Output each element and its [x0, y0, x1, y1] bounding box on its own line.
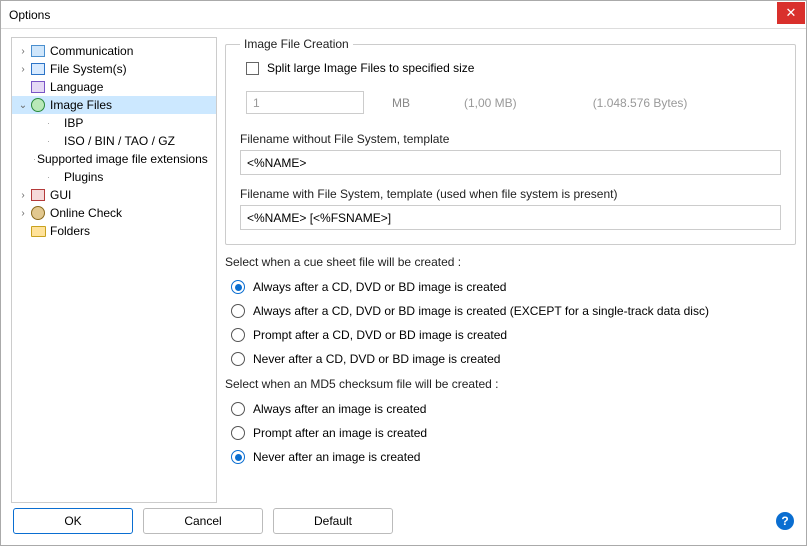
- tree-item-label: Language: [50, 80, 109, 94]
- main-area: › Communication › File System(s) Language ⌄ Im…: [1, 29, 806, 503]
- chevron-right-icon[interactable]: ›: [16, 188, 30, 202]
- md5-option[interactable]: Never after an image is created: [231, 445, 796, 469]
- split-size-input[interactable]: [246, 91, 364, 114]
- tree-item-label: Plugins: [64, 170, 109, 184]
- expander-placeholder: [16, 80, 30, 94]
- titlebar: Options ✕: [1, 1, 806, 29]
- lang-icon: [30, 79, 46, 95]
- tree-item[interactable]: ⌄ Image Files: [12, 96, 216, 114]
- radio-icon: [231, 450, 245, 464]
- tree-item[interactable]: Language: [12, 78, 216, 96]
- radio-icon: [231, 426, 245, 440]
- default-button[interactable]: Default: [273, 508, 393, 534]
- tree-item[interactable]: › GUI: [12, 186, 216, 204]
- cue-option-label: Prompt after a CD, DVD or BD image is cr…: [253, 328, 507, 342]
- content-panel: Image File Creation Split large Image Fi…: [225, 37, 796, 503]
- img-icon: [30, 97, 46, 113]
- expander-placeholder: [16, 224, 30, 238]
- split-hint-bytes: (1.048.576 Bytes): [593, 96, 688, 110]
- tree-item[interactable]: Supported image file extensions: [12, 150, 216, 168]
- template2-label: Filename with File System, template (use…: [240, 187, 781, 201]
- split-hint-mb: (1,00 MB): [464, 96, 517, 110]
- folder-icon: [30, 223, 46, 239]
- expander-placeholder: [34, 134, 48, 148]
- tree-item[interactable]: › Communication: [12, 42, 216, 60]
- chevron-down-icon[interactable]: ⌄: [16, 98, 30, 112]
- help-icon[interactable]: ?: [776, 512, 794, 530]
- radio-icon: [231, 328, 245, 342]
- tree-connector: [48, 177, 62, 178]
- md5-option-label: Prompt after an image is created: [253, 426, 427, 440]
- radio-icon: [231, 280, 245, 294]
- chevron-right-icon[interactable]: ›: [16, 44, 30, 58]
- tree-item-label: Online Check: [50, 206, 128, 220]
- expander-placeholder: [34, 170, 48, 184]
- md5-option-label: Always after an image is created: [253, 402, 426, 416]
- tree-item[interactable]: Plugins: [12, 168, 216, 186]
- md5-heading: Select when an MD5 checksum file will be…: [225, 377, 796, 391]
- tree-item-label: Communication: [50, 44, 139, 58]
- close-icon: ✕: [786, 5, 797, 21]
- fs-icon: [30, 61, 46, 77]
- image-file-creation-group: Image File Creation Split large Image Fi…: [225, 37, 796, 245]
- radio-icon: [231, 402, 245, 416]
- group-legend: Image File Creation: [240, 37, 353, 51]
- close-button[interactable]: ✕: [777, 2, 805, 24]
- chevron-right-icon[interactable]: ›: [16, 62, 30, 76]
- template2-input[interactable]: [240, 205, 781, 230]
- window-title: Options: [9, 8, 777, 22]
- radio-icon: [231, 352, 245, 366]
- tree-item-label: ISO / BIN / TAO / GZ: [64, 134, 181, 148]
- comm-icon: [30, 43, 46, 59]
- md5-option[interactable]: Prompt after an image is created: [231, 421, 796, 445]
- tree-item[interactable]: IBP: [12, 114, 216, 132]
- tree-item[interactable]: ISO / BIN / TAO / GZ: [12, 132, 216, 150]
- cue-option[interactable]: Never after a CD, DVD or BD image is cre…: [231, 347, 796, 371]
- tree-item-label: Image Files: [50, 98, 118, 112]
- tree-item[interactable]: › Online Check: [12, 204, 216, 222]
- expander-placeholder: [34, 116, 48, 130]
- cue-option[interactable]: Prompt after a CD, DVD or BD image is cr…: [231, 323, 796, 347]
- md5-option-label: Never after an image is created: [253, 450, 420, 464]
- tree-item-label: File System(s): [50, 62, 133, 76]
- template1-label: Filename without File System, template: [240, 132, 781, 146]
- gui-icon: [30, 187, 46, 203]
- cue-option-label: Always after a CD, DVD or BD image is cr…: [253, 280, 506, 294]
- cue-option[interactable]: Always after a CD, DVD or BD image is cr…: [231, 275, 796, 299]
- tree-item-label: Folders: [50, 224, 96, 238]
- tree-item-label: GUI: [50, 188, 77, 202]
- ok-button[interactable]: OK: [13, 508, 133, 534]
- online-icon: [30, 205, 46, 221]
- tree-connector: [34, 159, 35, 160]
- md5-option[interactable]: Always after an image is created: [231, 397, 796, 421]
- cue-heading: Select when a cue sheet file will be cre…: [225, 255, 796, 269]
- cancel-button[interactable]: Cancel: [143, 508, 263, 534]
- split-unit: MB: [392, 96, 410, 110]
- radio-icon: [231, 304, 245, 318]
- cue-option[interactable]: Always after a CD, DVD or BD image is cr…: [231, 299, 796, 323]
- tree-item[interactable]: › File System(s): [12, 60, 216, 78]
- tree-item[interactable]: Folders: [12, 222, 216, 240]
- split-checkbox[interactable]: [246, 62, 259, 75]
- category-tree[interactable]: › Communication › File System(s) Language ⌄ Im…: [11, 37, 217, 503]
- tree-connector: [48, 123, 62, 124]
- tree-connector: [48, 141, 62, 142]
- split-label: Split large Image Files to specified siz…: [267, 61, 474, 75]
- cue-option-label: Never after a CD, DVD or BD image is cre…: [253, 352, 500, 366]
- bottom-bar: OK Cancel Default ?: [1, 503, 806, 545]
- cue-option-label: Always after a CD, DVD or BD image is cr…: [253, 304, 709, 318]
- tree-item-label: Supported image file extensions: [37, 152, 214, 166]
- template1-input[interactable]: [240, 150, 781, 175]
- tree-item-label: IBP: [64, 116, 89, 130]
- chevron-right-icon[interactable]: ›: [16, 206, 30, 220]
